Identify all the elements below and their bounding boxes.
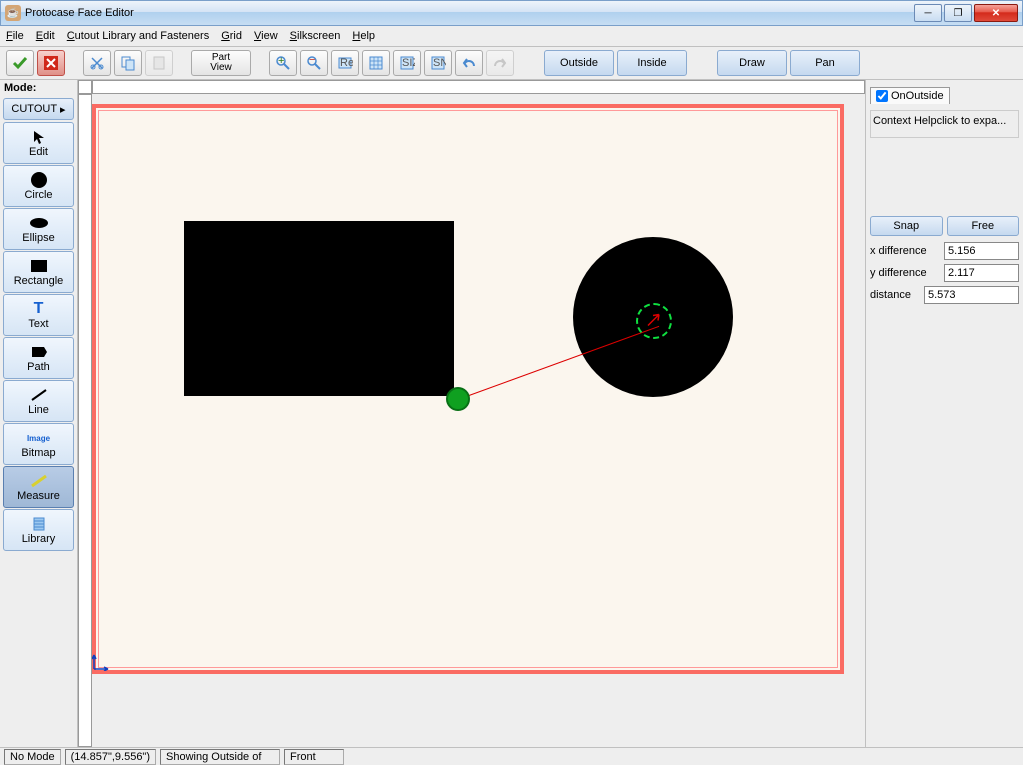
tool-edit[interactable]: Edit [3, 122, 74, 164]
tool-measure[interactable]: Measure [3, 466, 74, 508]
toolbar: Part View + − Reset SIZE SNAP Outside In… [0, 47, 1023, 80]
palette-header: Mode: [0, 80, 77, 96]
ydiff-label: y difference [870, 267, 942, 279]
line-icon [30, 386, 48, 404]
xdiff-input[interactable] [944, 242, 1019, 260]
menu-bar: File Edit Cutout Library and Fasteners G… [0, 26, 1023, 47]
inside-button[interactable]: Inside [617, 50, 687, 76]
onoutside-checkbox[interactable] [876, 90, 888, 102]
ruler-vertical [78, 94, 92, 747]
tool-palette: Mode: CUTOUT▸ Edit Circle Ellipse Rectan… [0, 80, 78, 747]
ok-button[interactable] [6, 50, 34, 76]
ydiff-input[interactable] [944, 264, 1019, 282]
canvas[interactable] [92, 94, 865, 747]
right-panel: OnOutside Context Helpclick to expa... S… [865, 80, 1023, 747]
outside-button[interactable]: Outside [544, 50, 614, 76]
mode-cutout[interactable]: CUTOUT▸ [3, 98, 74, 120]
face-outline [92, 104, 844, 674]
cancel-button[interactable] [37, 50, 65, 76]
svg-text:SNAP: SNAP [433, 57, 446, 69]
xdiff-label: x difference [870, 245, 942, 257]
status-bar: No Mode (14.857",9.556") Showing Outside… [0, 747, 1023, 765]
status-face: Front [284, 749, 344, 765]
status-showing: Showing Outside of [160, 749, 280, 765]
status-mode: No Mode [4, 749, 61, 765]
window-title: Protocase Face Editor [25, 7, 914, 19]
tool-text[interactable]: TText [3, 294, 74, 336]
distance-input[interactable] [924, 286, 1019, 304]
bitmap-icon: Image [27, 429, 50, 447]
undo-button[interactable] [455, 50, 483, 76]
ruler-horizontal [92, 80, 865, 94]
canvas-area [78, 80, 865, 747]
svg-text:+: + [278, 55, 284, 67]
redo-button [486, 50, 514, 76]
tool-library[interactable]: Library [3, 509, 74, 551]
tool-bitmap[interactable]: ImageBitmap [3, 423, 74, 465]
pan-button[interactable]: Pan [790, 50, 860, 76]
tool-line[interactable]: Line [3, 380, 74, 422]
context-help[interactable]: Context Helpclick to expa... [870, 110, 1019, 138]
cut-button[interactable] [83, 50, 111, 76]
cutout-rectangle[interactable] [184, 221, 454, 396]
menu-edit[interactable]: Edit [36, 30, 55, 42]
size-button[interactable]: SIZE [393, 50, 421, 76]
svg-text:SIZE: SIZE [402, 57, 415, 69]
menu-view[interactable]: View [254, 30, 278, 42]
copy-button[interactable] [114, 50, 142, 76]
tool-ellipse[interactable]: Ellipse [3, 208, 74, 250]
tool-circle[interactable]: Circle [3, 165, 74, 207]
measure-end-arrow[interactable] [647, 313, 661, 330]
ellipse-icon [29, 214, 49, 232]
menu-file[interactable]: File [6, 30, 24, 42]
part-view-button[interactable]: Part View [191, 50, 251, 76]
library-icon [31, 515, 47, 533]
snap-button[interactable]: Snap [870, 216, 943, 236]
ruler-corner [78, 80, 92, 94]
circle-icon [30, 171, 48, 189]
tab-onoutside[interactable]: OnOutside [870, 87, 950, 104]
close-button[interactable]: ✕ [974, 4, 1018, 22]
title-bar: ☕ Protocase Face Editor ─ ❐ ✕ [0, 0, 1023, 26]
free-button[interactable]: Free [947, 216, 1020, 236]
snap-button[interactable]: SNAP [424, 50, 452, 76]
menu-grid[interactable]: Grid [221, 30, 242, 42]
path-icon [30, 343, 48, 361]
distance-label: distance [870, 289, 922, 301]
zoom-in-button[interactable]: + [269, 50, 297, 76]
zoom-out-button[interactable]: − [300, 50, 328, 76]
measure-start-handle[interactable] [446, 387, 470, 411]
svg-text:−: − [309, 55, 315, 66]
svg-text:Reset: Reset [340, 57, 353, 69]
menu-help[interactable]: Help [352, 30, 375, 42]
cursor-icon [31, 128, 47, 146]
minimize-button[interactable]: ─ [914, 4, 942, 22]
measure-icon [30, 472, 48, 490]
zoom-reset-button[interactable]: Reset [331, 50, 359, 76]
status-coords: (14.857",9.556") [65, 749, 156, 765]
app-icon: ☕ [5, 5, 21, 21]
tool-rectangle[interactable]: Rectangle [3, 251, 74, 293]
origin-icon [92, 651, 112, 674]
menu-silkscreen[interactable]: Silkscreen [290, 30, 341, 42]
paste-button [145, 50, 173, 76]
menu-cutout[interactable]: Cutout Library and Fasteners [67, 30, 209, 42]
rectangle-icon [30, 257, 48, 275]
tool-path[interactable]: Path [3, 337, 74, 379]
chevron-right-icon: ▸ [60, 103, 66, 116]
text-icon: T [34, 300, 44, 318]
grid-button[interactable] [362, 50, 390, 76]
maximize-button[interactable]: ❐ [944, 4, 972, 22]
draw-button[interactable]: Draw [717, 50, 787, 76]
